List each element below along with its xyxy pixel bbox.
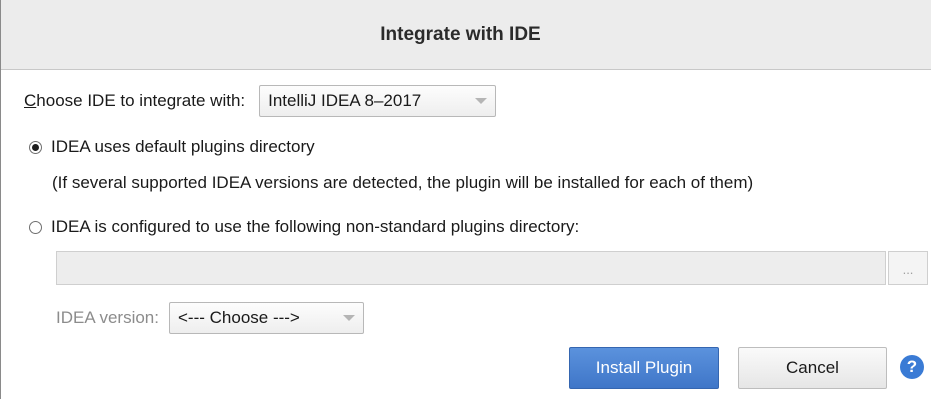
ide-select-value: IntelliJ IDEA 8–2017: [268, 91, 422, 110]
install-plugin-button[interactable]: Install Plugin: [569, 347, 719, 389]
ide-chooser-mnemonic: C: [24, 91, 37, 110]
default-dir-note: (If several supported IDEA versions are …: [52, 173, 754, 192]
ide-chooser-label-text: hoose IDE to integrate with:: [36, 91, 246, 110]
radio-default-dir[interactable]: IDEA uses default plugins directory: [29, 137, 315, 157]
help-icon[interactable]: ?: [900, 355, 924, 379]
chevron-down-icon: [343, 315, 355, 321]
integrate-ide-dialog: Integrate with IDE Choose IDE to integra…: [0, 0, 931, 399]
idea-version-label: IDEA version:: [56, 308, 159, 327]
radio-custom-dir[interactable]: IDEA is configured to use the following …: [29, 217, 579, 237]
dialog-title: Integrate with IDE: [380, 23, 541, 45]
idea-version-value: <--- Choose --->: [178, 308, 300, 327]
radio-default-dir-indicator[interactable]: [29, 140, 42, 154]
idea-version-row: IDEA version: <--- Choose --->: [56, 302, 364, 334]
ide-select[interactable]: IntelliJ IDEA 8–2017: [259, 85, 497, 117]
chevron-down-icon: [475, 98, 488, 104]
radio-custom-dir-label: IDEA is configured to use the following …: [51, 217, 580, 236]
dialog-title-bar[interactable]: Integrate with IDE: [1, 0, 931, 70]
radio-default-dir-label: IDEA uses default plugins directory: [51, 137, 315, 156]
cancel-button[interactable]: Cancel: [738, 347, 887, 389]
ide-chooser-label: Choose IDE to integrate with:: [24, 91, 245, 111]
default-dir-note-row: (If several supported IDEA versions are …: [52, 173, 753, 193]
idea-version-select[interactable]: <--- Choose --->: [169, 302, 364, 334]
radio-custom-dir-indicator[interactable]: [29, 220, 42, 234]
plugins-directory-field[interactable]: [56, 251, 886, 285]
ide-chooser-row: Choose IDE to integrate with: IntelliJ I…: [24, 85, 497, 117]
browse-button[interactable]: ...: [888, 251, 928, 285]
